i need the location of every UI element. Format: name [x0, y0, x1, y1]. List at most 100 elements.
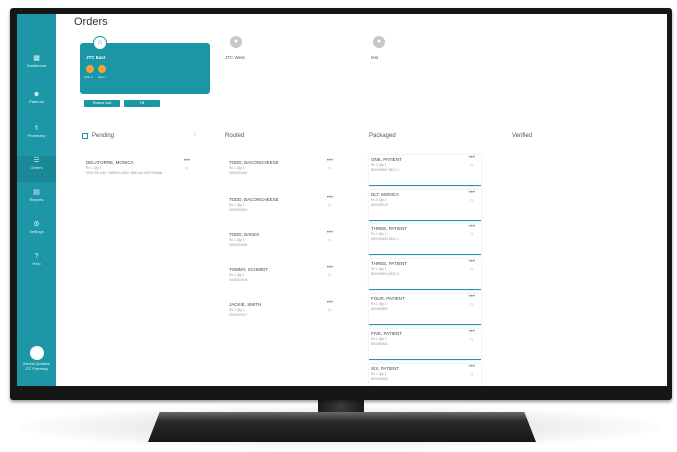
status-icon: ◷	[470, 267, 473, 271]
patient-name: TOMMY, SCHMIDT	[229, 267, 269, 272]
order-card[interactable]: DELATORRE, MONICA Rx 1 Qty 1 0034759 106…	[84, 158, 196, 188]
nav-item-reports[interactable]: ▤ Reports	[17, 188, 56, 214]
member-avatar	[86, 65, 94, 73]
nav-item-patients[interactable]: ☻ Patients	[17, 90, 56, 116]
patient-name: DELATORRE, MONICA	[86, 160, 134, 165]
order-meta: Rx 1 Qty 1	[371, 267, 387, 271]
status-icon: ◷	[470, 198, 473, 202]
order-meta: Rx 1 Qty 1	[371, 198, 387, 202]
rx-number: 0034759 1067 3469993 6482 4890 brd 34573…	[86, 171, 163, 175]
more-icon[interactable]: •••	[184, 158, 190, 164]
rx-number: B00000881	[371, 342, 388, 346]
shared-cart-button[interactable]: Shared Cart	[84, 100, 120, 107]
rx-number: 0000000043	[229, 171, 248, 175]
order-meta: Rx 1 Qty 1	[229, 308, 245, 312]
order-meta: Rx 1 Qty 1	[371, 232, 387, 236]
nav-item-settings[interactable]: ⚙ Settings	[17, 220, 56, 246]
patient-name: SIX, PATIENT	[371, 366, 400, 371]
group-name[interactable]: JTC West	[225, 55, 245, 60]
rx-number: 0000000017	[229, 313, 248, 317]
order-meta: Rx 1 Qty 1	[229, 238, 245, 242]
rx-number: 0000000009	[229, 278, 248, 282]
status-icon: ◷	[328, 238, 331, 242]
order-meta: Rx 1 Qty 1	[371, 302, 387, 306]
order-card[interactable]: SIX, PATIENT Rx 1 Qty 1 B00000882 ••• ◷	[369, 364, 481, 386]
more-icon[interactable]: •••	[327, 158, 333, 164]
nav-item-dashboard[interactable]: ▦ Dashboard	[17, 54, 56, 80]
pharmacy-icon: ⚕	[34, 125, 39, 132]
status-icon: ◷	[328, 203, 331, 207]
patient-name: TODD, BAKES	[229, 232, 260, 237]
rx-number: B00000693 8847-1	[371, 237, 400, 241]
status-icon: ◷	[185, 166, 188, 170]
patient-name: THREE, PATIENT	[371, 226, 408, 231]
order-meta: Rx 1 Qty 1	[229, 203, 245, 207]
group-card-selected[interactable]: JTC East Jolie C Alex J	[80, 43, 210, 94]
group-name: JTC East	[86, 55, 106, 60]
more-icon[interactable]: •••	[327, 300, 333, 306]
order-card[interactable]: TODD, BACONCHEESE Rx 1 Qty 1 0000000044 …	[227, 195, 339, 225]
order-card[interactable]: TOMMY, SCHMIDT Rx 1 Qty 1 0000000009 •••…	[227, 265, 339, 295]
more-icon[interactable]: •••	[469, 224, 475, 230]
patient-name: ONE, PATIENT	[371, 157, 402, 162]
user-profile[interactable]: Brenna Quintana JTC Pharmacy	[17, 346, 56, 372]
help-icon: ?	[34, 253, 39, 260]
order-card[interactable]: FOUR, PATIENT Rx 1 Qty 1 B00000880 ••• ◷	[369, 294, 481, 325]
rx-number: 0000000028	[229, 243, 248, 247]
group-name[interactable]: test	[371, 55, 378, 60]
rx-number: B00000694 8847-2	[371, 272, 400, 276]
status-icon: ◷	[328, 308, 331, 312]
order-card[interactable]: ONE, PATIENT Rx 1 Qty 1 B00000687 8847-1…	[369, 155, 481, 186]
nav-label: Patients	[29, 99, 44, 104]
more-icon[interactable]: •••	[327, 230, 333, 236]
more-icon[interactable]: •••	[469, 190, 475, 196]
order-card[interactable]: THREE, PATIENT Rx 1 Qty 1 B00000694 8847…	[369, 259, 481, 290]
nav-label: Settings	[29, 229, 44, 234]
order-meta: Rx 1 Qty 1	[371, 337, 387, 341]
nav-label: Reports	[29, 197, 44, 202]
nav-label: Help	[32, 261, 41, 266]
group-icon[interactable]: ●	[373, 36, 385, 48]
profile-org: JTC Pharmacy	[24, 367, 49, 371]
more-icon[interactable]: •••	[469, 329, 475, 335]
more-icon[interactable]: •••	[469, 259, 475, 265]
fill-button[interactable]: Fill	[124, 100, 160, 107]
rx-number: B00000013	[371, 203, 388, 207]
nav-item-pharmacy[interactable]: ⚕ Pharmacy	[17, 124, 56, 150]
order-meta: Rx 1 Qty 1	[229, 273, 245, 277]
more-icon[interactable]: •••	[327, 265, 333, 271]
order-card[interactable]: DLT, MONICA Rx 1 Qty 1 B00000013 ••• ◷	[369, 190, 481, 221]
more-icon[interactable]: •••	[469, 364, 475, 370]
status-icon: ◷	[470, 232, 473, 236]
more-icon[interactable]: •••	[469, 294, 475, 300]
patient-name: FIVE, PATIENT	[371, 331, 402, 336]
orders-icon: ☰	[33, 157, 40, 164]
group-icon[interactable]: ●	[230, 36, 242, 48]
patients-icon: ☻	[32, 91, 41, 98]
order-card[interactable]: THREE, PATIENT Rx 1 Qty 1 B00000693 8847…	[369, 224, 481, 255]
order-card[interactable]: TODD, BACONCHEESE Rx 1 Qty 1 0000000043 …	[227, 158, 339, 188]
app-screen: ▦ Dashboard ☻ Patients ⚕ Pharmacy ☰ Orde…	[17, 14, 667, 386]
settings-icon: ⚙	[33, 221, 40, 228]
warning-icon: !	[194, 132, 196, 138]
nav-label: Dashboard	[26, 63, 47, 68]
nav-item-orders[interactable]: ☰ Orders	[17, 156, 56, 182]
order-card[interactable]: TODD, BAKES Rx 1 Qty 1 0000000028 ••• ◷	[227, 230, 339, 260]
status-icon: ◷	[470, 337, 473, 341]
member-label: Alex J	[98, 75, 107, 79]
member-avatar	[98, 65, 106, 73]
page-title: Orders	[74, 16, 108, 28]
status-icon: ◷	[328, 166, 331, 170]
column-title-pending: Pending	[92, 133, 115, 139]
more-icon[interactable]: •••	[469, 155, 475, 161]
order-card[interactable]: FIVE, PATIENT Rx 1 Qty 1 B00000881 ••• ◷	[369, 329, 481, 360]
order-card[interactable]: JACKIE, SMITH Rx 1 Qty 1 0000000017 ••• …	[227, 300, 339, 330]
rx-number: B00000687 8847-1	[371, 168, 400, 172]
order-meta: Rx 1 Qty 1	[86, 166, 102, 170]
nav-item-help[interactable]: ? Help	[17, 252, 56, 278]
select-all-checkbox[interactable]	[82, 133, 88, 139]
column-title-packaged: Packaged	[369, 133, 396, 139]
patient-name: DLT, MONICA	[371, 192, 400, 197]
more-icon[interactable]: •••	[327, 195, 333, 201]
status-icon: ◷	[470, 302, 473, 306]
